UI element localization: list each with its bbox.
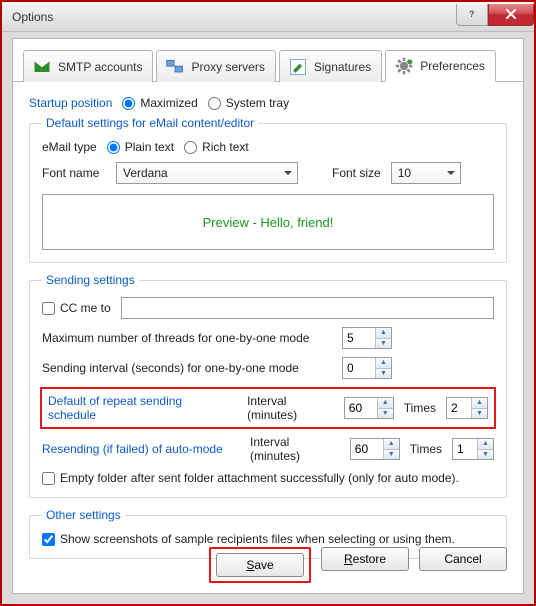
tab-label: Preferences <box>420 59 485 73</box>
cc-me-input[interactable] <box>42 302 55 315</box>
signature-icon <box>288 57 308 77</box>
spinner-input[interactable] <box>343 358 375 378</box>
save-highlight: Save <box>209 547 311 583</box>
tab-bar: SMTP accounts Proxy servers Signatures P… <box>13 39 523 82</box>
save-button[interactable]: Save <box>216 553 304 577</box>
font-size-label: Font size <box>332 166 381 180</box>
spinner-input[interactable] <box>453 439 477 459</box>
show-screenshots-input[interactable] <box>42 533 55 546</box>
empty-folder-input[interactable] <box>42 472 55 485</box>
spinner-input[interactable] <box>345 398 377 418</box>
window-title: Options <box>12 10 456 24</box>
cc-me-field[interactable] <box>121 297 494 319</box>
cc-me-checkbox[interactable]: CC me to <box>42 301 111 315</box>
show-screenshots-checkbox[interactable]: Show screenshots of sample recipients fi… <box>42 532 455 546</box>
radio-label: System tray <box>226 96 289 110</box>
radio-plain-text[interactable]: Plain text <box>107 140 174 154</box>
resend-times-spinner[interactable]: ▲▼ <box>452 438 494 460</box>
tab-content: Startup position Maximized System tray D… <box>13 82 523 573</box>
max-threads-spinner[interactable]: ▲▼ <box>342 327 392 349</box>
cancel-button[interactable]: Cancel <box>419 547 507 571</box>
group-legend: Other settings <box>42 508 125 522</box>
radio-maximized-input[interactable] <box>122 97 135 110</box>
spinner-buttons[interactable]: ▲▼ <box>375 358 391 378</box>
spinner-buttons[interactable]: ▲▼ <box>375 328 391 348</box>
font-name-select[interactable]: Verdana <box>116 162 298 184</box>
svg-text:?: ? <box>469 9 475 19</box>
repeat-schedule-highlight: Default of repeat sending schedule Inter… <box>40 387 496 429</box>
radio-systemtray[interactable]: System tray <box>208 96 289 110</box>
radio-rich-input[interactable] <box>184 141 197 154</box>
radio-rich-text[interactable]: Rich text <box>184 140 249 154</box>
servers-icon <box>165 57 185 77</box>
window-buttons: ? <box>456 4 534 26</box>
interval-seconds-spinner[interactable]: ▲▼ <box>342 357 392 379</box>
tab-preferences[interactable]: Preferences <box>385 50 496 82</box>
interval-seconds-label: Sending interval (seconds) for one-by-on… <box>42 361 332 375</box>
sending-settings-group: Sending settings CC me to Maximum number… <box>29 273 507 498</box>
tab-label: Signatures <box>314 60 371 74</box>
tab-signatures[interactable]: Signatures <box>279 50 382 82</box>
restore-button[interactable]: Restore <box>321 547 409 571</box>
font-size-select[interactable]: 10 <box>391 162 461 184</box>
tab-proxy-servers[interactable]: Proxy servers <box>156 50 275 82</box>
spinner-buttons[interactable]: ▲▼ <box>377 398 393 418</box>
email-defaults-group: Default settings for eMail content/edito… <box>29 116 507 263</box>
preview-text: Preview - Hello, friend! <box>203 215 334 230</box>
tab-smtp-accounts[interactable]: SMTP accounts <box>23 50 153 82</box>
tab-label: Proxy servers <box>191 60 264 74</box>
radio-maximized[interactable]: Maximized <box>122 96 197 110</box>
checkbox-label: Empty folder after sent folder attachmen… <box>60 471 459 485</box>
spinner-buttons[interactable]: ▲▼ <box>471 398 487 418</box>
spinner-buttons[interactable]: ▲▼ <box>477 439 493 459</box>
titlebar: Options ? <box>2 2 534 32</box>
group-legend: Sending settings <box>42 273 139 287</box>
envelope-icon <box>32 57 52 77</box>
spinner-input[interactable] <box>351 439 383 459</box>
empty-folder-checkbox[interactable]: Empty folder after sent folder attachmen… <box>42 471 459 485</box>
repeat-interval-spinner[interactable]: ▲▼ <box>344 397 394 419</box>
times-label: Times <box>404 401 436 415</box>
times-label: Times <box>410 442 442 456</box>
group-legend: Default settings for eMail content/edito… <box>42 116 258 130</box>
help-button[interactable]: ? <box>456 4 488 26</box>
resend-interval-spinner[interactable]: ▲▼ <box>350 438 400 460</box>
font-name-label: Font name <box>42 166 106 180</box>
repeat-schedule-label: Default of repeat sending schedule <box>48 394 221 422</box>
radio-label: Maximized <box>140 96 197 110</box>
interval-minutes-label: Interval (minutes) <box>250 435 340 463</box>
startup-row: Startup position Maximized System tray <box>29 96 507 110</box>
interval-minutes-label: Interval (minutes) <box>247 394 334 422</box>
radio-plain-input[interactable] <box>107 141 120 154</box>
max-threads-label: Maximum number of threads for one-by-one… <box>42 331 332 345</box>
checkbox-label: CC me to <box>60 301 111 315</box>
email-type-label: eMail type <box>42 140 97 154</box>
spinner-input[interactable] <box>447 398 471 418</box>
radio-systemtray-input[interactable] <box>208 97 221 110</box>
spinner-buttons[interactable]: ▲▼ <box>383 439 399 459</box>
checkbox-label: Show screenshots of sample recipients fi… <box>60 532 455 546</box>
tab-label: SMTP accounts <box>58 60 142 74</box>
gear-icon <box>394 56 414 76</box>
options-panel: SMTP accounts Proxy servers Signatures P… <box>12 38 524 594</box>
resending-label: Resending (if failed) of auto-mode <box>42 442 240 456</box>
radio-label: Plain text <box>125 140 174 154</box>
spinner-input[interactable] <box>343 328 375 348</box>
startup-label: Startup position <box>29 96 112 110</box>
dialog-footer: Save Restore Cancel <box>13 547 523 583</box>
select-value: Verdana <box>123 166 168 180</box>
close-button[interactable] <box>488 4 534 26</box>
radio-label: Rich text <box>202 140 249 154</box>
select-value: 10 <box>398 166 411 180</box>
preview-box: Preview - Hello, friend! <box>42 194 494 250</box>
repeat-times-spinner[interactable]: ▲▼ <box>446 397 488 419</box>
